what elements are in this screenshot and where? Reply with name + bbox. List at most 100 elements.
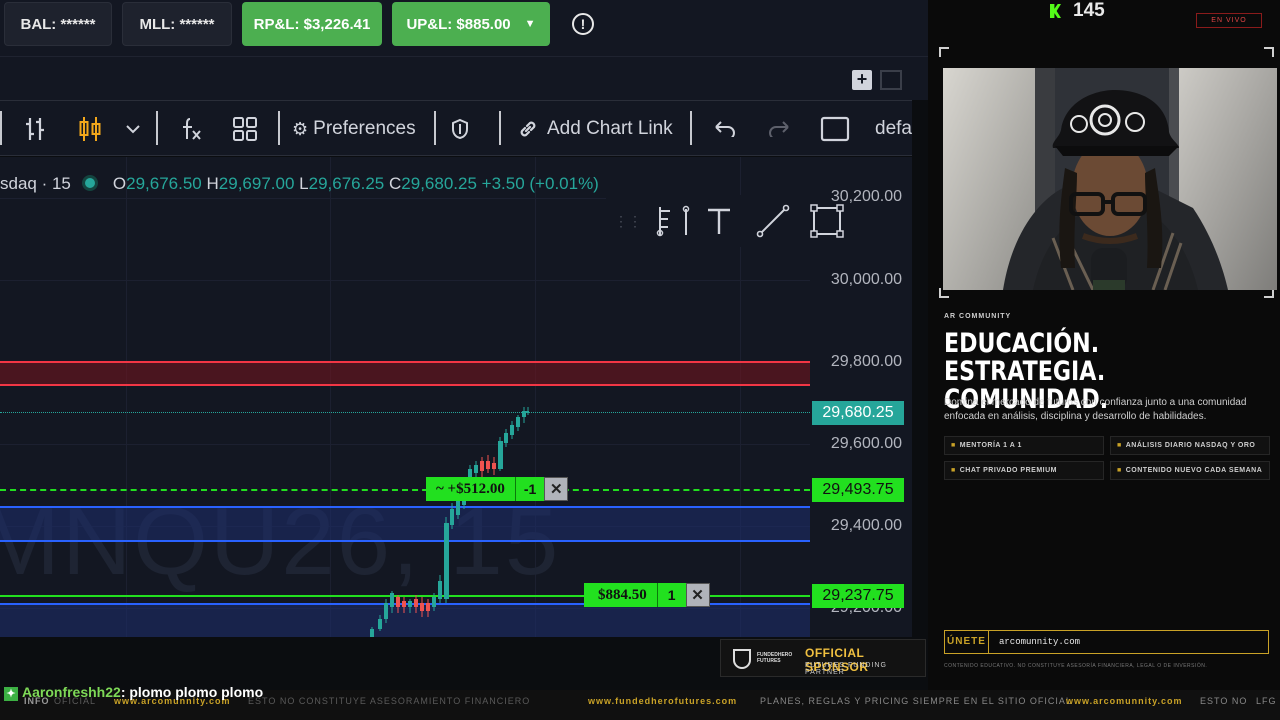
toolbar-divider — [156, 111, 158, 145]
chart-toolbar: ⚙ Preferences Add Chart Link defa — [0, 100, 912, 156]
undo-icon — [715, 121, 735, 137]
rpl-text: RP&L: $3,226.41 — [253, 15, 371, 33]
undo-button[interactable] — [714, 101, 736, 157]
feature-tag: ■ MENTORÍA 1 A 1 — [944, 436, 1104, 455]
redo-button[interactable] — [768, 101, 790, 157]
last-price-tag: 29,680.25 — [812, 401, 904, 425]
ticker-segment: PLANES, REGLAS Y PRICING SIEMPRE EN EL S… — [760, 696, 1072, 706]
add-chart-link-button[interactable]: Add Chart Link — [517, 101, 673, 157]
ticker-segment: ESTO NO CONSTITUYE ASESORAMIENTO FINANCI… — [248, 696, 531, 706]
unrealized-pnl-dropdown[interactable]: UP&L: $885.00 ▼ — [392, 2, 550, 46]
candlestick-icon — [79, 117, 101, 141]
chart-window-header: + — [0, 56, 928, 100]
ohlc-c-label: C — [389, 174, 402, 193]
templates-grid-icon[interactable] — [232, 101, 258, 157]
gear-icon: ⚙ — [292, 118, 309, 139]
alert-icon[interactable]: ! — [572, 13, 594, 35]
feature-tag-label: MENTORÍA 1 A 1 — [959, 442, 1022, 449]
balance-pill[interactable]: BAL: ****** — [4, 2, 112, 46]
fib-tool-icon[interactable] — [656, 205, 692, 237]
stream-screen: BAL: ****** MLL: ****** RP&L: $3,226.41 … — [0, 0, 1280, 720]
candles-button[interactable] — [78, 101, 102, 157]
upl-text: UP&L: $885.00 — [406, 15, 511, 33]
feature-tag-label: CHAT PRIVADO PREMIUM — [959, 467, 1057, 474]
preferences-label: Preferences — [313, 118, 416, 139]
chat-badge-icon: ✦ — [4, 687, 18, 701]
join-cta[interactable]: ÚNETE arcomunnity.com — [944, 630, 1269, 654]
sponsor-logo-text: FUNDEDHERO FUTURES — [757, 652, 793, 664]
max-loss-limit-pill[interactable]: MLL: ****** — [122, 2, 232, 46]
shield-icon — [452, 118, 468, 140]
shield-button[interactable] — [450, 101, 470, 157]
chat-username: Aaronfreshh22 — [22, 684, 121, 700]
bar-chart-type-button[interactable] — [24, 101, 48, 157]
sponsor-subtitle: FUTURES FUNDING PARTNER — [805, 662, 887, 676]
viewer-count-text: 145 — [1073, 0, 1105, 21]
price-axis[interactable]: 30,200.00 30,000.00 29,800.00 29,600.00 … — [810, 157, 912, 637]
feature-tag-label: CONTENIDO NUEVO CADA SEMANA — [1125, 467, 1263, 474]
toolbar-divider — [278, 111, 280, 145]
mll-text: MLL: ****** — [139, 15, 215, 33]
position-pnl: $884.50 — [584, 583, 657, 607]
chat-message: ✦ Aaronfreshh22: plomo plomo plomo — [0, 684, 263, 704]
price-chart[interactable]: MNQU26, 15 — [0, 157, 912, 637]
market-open-dot — [84, 178, 95, 188]
layout-name-button[interactable]: defa — [875, 101, 912, 157]
text-tool-icon[interactable] — [706, 206, 732, 236]
disclaimer: CONTENIDO EDUCATIVO. NO CONSTITUYE ASESO… — [944, 663, 1208, 669]
sponsor-card: FUNDEDHERO FUTURES OFFICIAL SPONSOR FUTU… — [720, 639, 926, 677]
feature-tag: ■ CONTENIDO NUEVO CADA SEMANA — [1110, 461, 1270, 480]
symbol-title[interactable]: sdaq · 15 — [0, 174, 71, 193]
live-badge: EN VIVO — [1196, 13, 1262, 28]
frame-corner — [939, 47, 949, 57]
drag-handle-icon[interactable]: ⋮⋮ — [614, 213, 642, 230]
chevron-down-icon: ▼ — [524, 18, 536, 30]
account-bar: BAL: ****** MLL: ****** RP&L: $3,226.41 … — [0, 0, 928, 56]
trendline-tool-icon[interactable] — [756, 204, 790, 238]
ohlc-l-label: L — [299, 174, 309, 193]
entry-price-tag: 29,493.75 — [812, 478, 904, 502]
add-panel-icon[interactable]: + — [852, 70, 872, 90]
link-icon — [520, 121, 536, 137]
ticker-segment: www.fundedherofutures.com — [588, 696, 738, 706]
ohlc-change: +3.50 (+0.01%) — [481, 174, 599, 193]
ticker-segment: ESTO NO — [1200, 696, 1248, 706]
axis-tick-label: 29,400.00 — [830, 517, 902, 534]
fullscreen-button[interactable] — [820, 101, 850, 157]
sponsor-logo-icon — [733, 649, 751, 669]
feature-tag: ■ CHAT PRIVADO PREMIUM — [944, 461, 1104, 480]
viewer-count: 145 — [1050, 0, 1105, 22]
frame-corner — [1264, 47, 1274, 57]
feature-tag: ■ ANÁLISIS DIARIO NASDAQ Y ORO — [1110, 436, 1270, 455]
realized-pnl-pill[interactable]: RP&L: $3,226.41 — [242, 2, 382, 46]
join-label: ÚNETE — [945, 631, 989, 653]
balance-text: BAL: ****** — [20, 15, 96, 33]
chat-text: : plomo plomo plomo — [120, 684, 264, 700]
ohlc-open: 29,676.50 — [126, 174, 202, 193]
ohlc-low: 29,676.25 — [308, 174, 385, 193]
indicators-fx-icon[interactable] — [180, 101, 204, 157]
close-entry-order-icon[interactable]: ✕ — [544, 477, 569, 501]
chart-type-chevron-icon[interactable] — [126, 101, 140, 157]
square-icon — [820, 116, 850, 142]
close-position-icon[interactable]: ✕ — [685, 583, 710, 607]
join-url[interactable]: arcomunnity.com — [999, 631, 1080, 653]
webcam-feed — [943, 68, 1277, 290]
axis-tick-label: 30,000.00 — [830, 271, 902, 288]
position-price-tag: 29,237.75 — [812, 584, 904, 608]
axis-tick-label: 29,600.00 — [830, 435, 902, 452]
ohlc-o-label: O — [112, 174, 127, 193]
headline-line-1: EDUCACIÓN. ESTRATEGIA. — [944, 328, 1106, 387]
ohlc-bars-icon — [26, 118, 44, 140]
ohlc-close: 29,680.25 — [401, 174, 477, 193]
maximize-icon[interactable] — [880, 70, 902, 90]
redo-icon — [769, 121, 789, 137]
entry-order-qty: -1 — [514, 477, 545, 501]
ohlc-h-label: H — [206, 174, 219, 193]
preferences-button[interactable]: ⚙ Preferences — [292, 101, 416, 157]
stream-description: Domina el mercado de futuros con confian… — [944, 397, 1247, 422]
position-label[interactable]: $884.50 1 ✕ — [584, 583, 710, 607]
feature-tag-label: ANÁLISIS DIARIO NASDAQ Y ORO — [1125, 442, 1256, 449]
entry-order-label[interactable]: ~ +$512.00 -1 ✕ — [426, 477, 569, 501]
axis-tick-label: 29,800.00 — [830, 353, 902, 370]
